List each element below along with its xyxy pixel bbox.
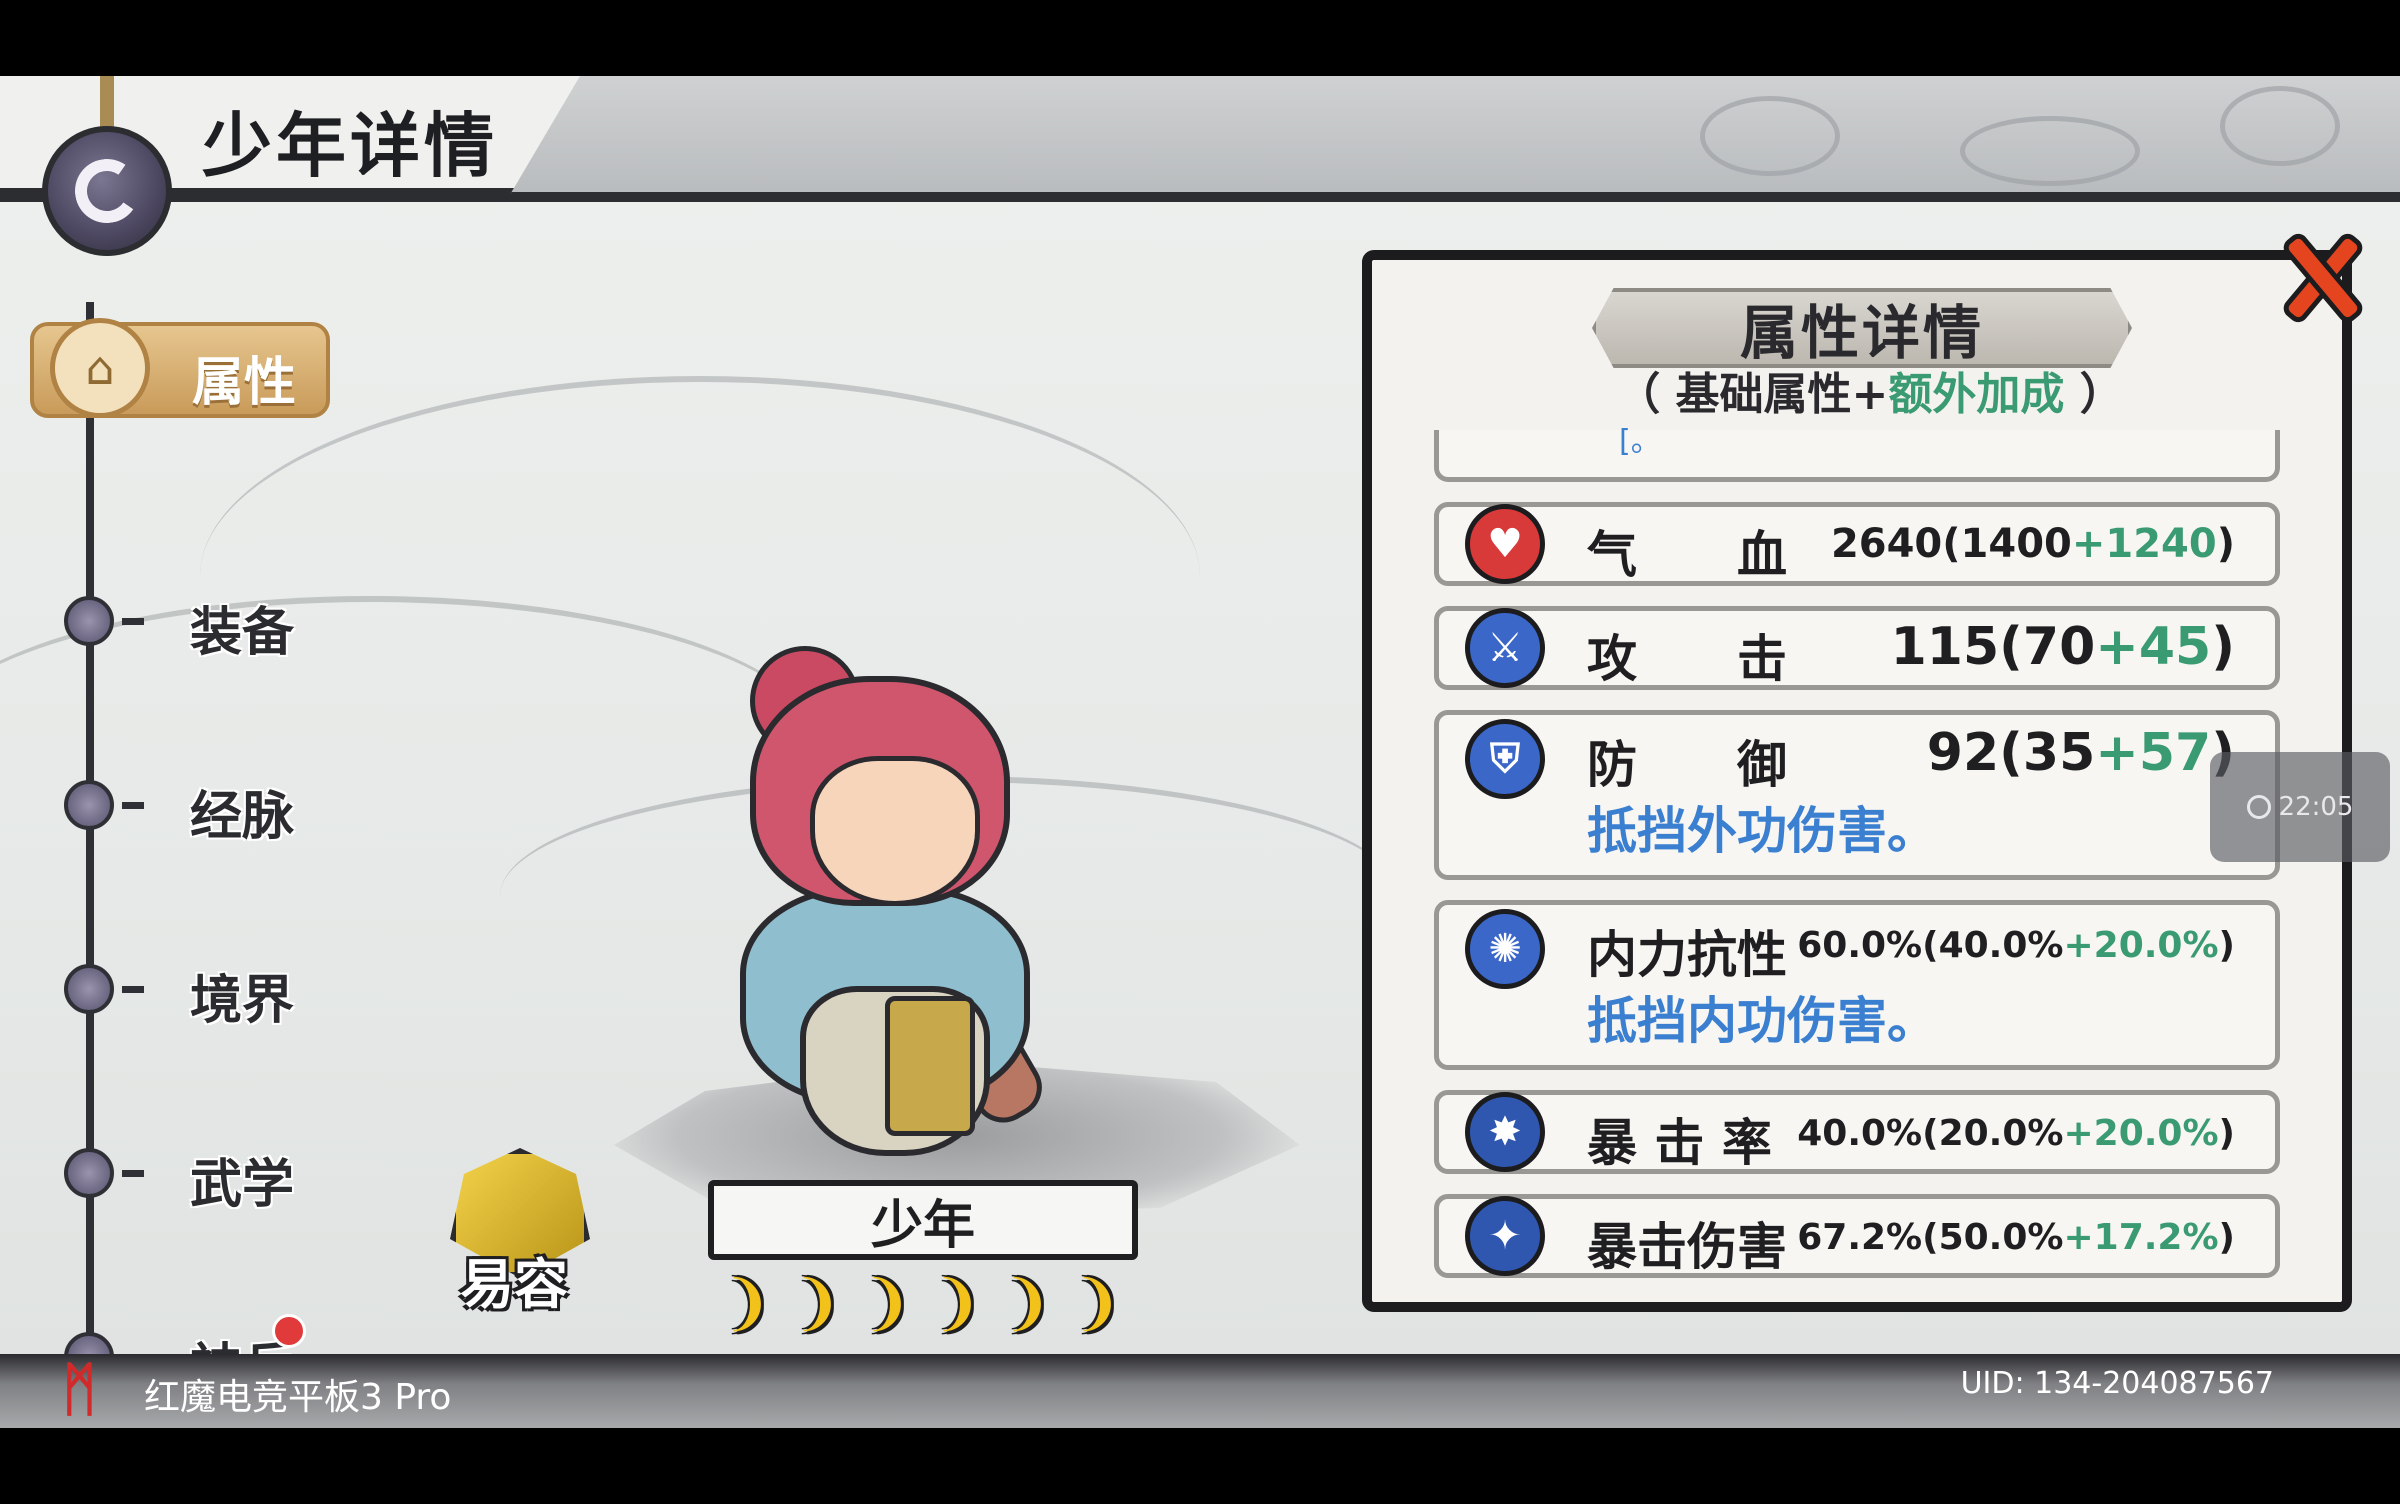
clock-time: 22:05: [2278, 792, 2354, 822]
swirl-icon: ✺: [1465, 909, 1545, 989]
character-face: [810, 756, 980, 906]
stat-name: 暴击伤害: [1587, 1218, 1787, 1276]
subtitle-bonus: 额外加成: [1888, 369, 2065, 420]
heart-icon: ♥: [1465, 504, 1545, 584]
back-icon: [69, 153, 145, 229]
star-icon: ❩: [1072, 1268, 1123, 1338]
stat-row-defense: ⛨ 防 御 92(35+57) 抵挡外功伤害。: [1434, 710, 2280, 880]
subtitle-close: ）: [2064, 369, 2124, 420]
stat-value: 92(35+57): [1926, 723, 2235, 783]
game-screen: 少年详情 ⌂ 属性 装备 经脉 境界 武学 神兵: [0, 76, 2400, 1428]
stat-name: 内力抗性: [1587, 926, 1787, 984]
stat-row-crit-damage: ✦ 暴击伤害 67.2%(50.0%+17.2%): [1434, 1194, 2280, 1278]
nav-connector: [122, 618, 144, 625]
header-bar: 少年详情: [0, 76, 2400, 202]
nav-connector: [122, 802, 144, 809]
stat-value: 2640(1400+1240): [1830, 521, 2235, 567]
stat-row-partial: [。: [1434, 424, 2280, 482]
crit-icon: ✸: [1465, 1092, 1545, 1172]
nav-item-martial-arts[interactable]: 武学: [60, 1138, 340, 1215]
nav-item-label: 属性: [192, 353, 297, 413]
stat-value: 60.0%(40.0%+20.0%): [1797, 925, 2235, 966]
panel-subtitle: （ 基础属性+额外加成 ）: [1610, 358, 2130, 422]
star-icon: ❩: [792, 1268, 843, 1338]
nav-item-equipment[interactable]: 装备: [60, 586, 340, 663]
star-icon: ❩: [862, 1268, 913, 1338]
shield-icon: ⛨: [1465, 719, 1545, 799]
nav-connector: [122, 1170, 144, 1177]
star-icon: ❩: [932, 1268, 983, 1338]
stat-row-hp: ♥ 气 血 2640(1400+1240): [1434, 502, 2280, 586]
crit-damage-icon: ✦: [1465, 1196, 1545, 1276]
nav-item-label: 经脉: [190, 787, 295, 847]
cloud-ornament: [1960, 116, 2140, 186]
nav-dot-icon: [64, 780, 114, 830]
character-name: 少年: [870, 1195, 975, 1256]
clock-icon: [2246, 795, 2271, 819]
character-sprite: [680, 556, 1120, 1216]
nav-item-label: 装备: [190, 603, 295, 663]
stat-name: 攻 击: [1587, 630, 1787, 688]
close-button[interactable]: [2270, 226, 2370, 327]
nav-item-label: 境界: [190, 971, 295, 1031]
rope-decoration: [100, 76, 114, 132]
disguise-button[interactable]: 易容: [420, 1128, 620, 1328]
nav-item-label: 武学: [190, 1155, 295, 1215]
nav-item-meridians[interactable]: 经脉: [60, 770, 340, 847]
nav-item-realm[interactable]: 境界: [60, 954, 340, 1031]
cloud-ornament: [1700, 96, 1840, 176]
stat-row-crit-rate: ✸ 暴 击 率 40.0%(20.0%+20.0%): [1434, 1090, 2280, 1174]
subtitle-base: （ 基础属性+: [1616, 369, 1889, 420]
nav-item-attributes[interactable]: ⌂ 属性: [30, 318, 330, 418]
stat-value: 40.0%(20.0%+20.0%): [1797, 1113, 2235, 1154]
page-title: 少年详情: [202, 105, 498, 187]
stat-name: 防 御: [1587, 736, 1787, 794]
character-name-plate: 少年: [708, 1180, 1138, 1260]
stat-row-attack: ⚔ 攻 击 115(70+45): [1434, 606, 2280, 690]
nav-dot-icon: [64, 596, 114, 646]
user-id: UID: 134-204087567: [1960, 1366, 2274, 1401]
stat-row-internal-resistance: ✺ 内力抗性 60.0%(40.0%+20.0%) 抵挡内功伤害。: [1434, 900, 2280, 1070]
stat-value: 115(70+45): [1890, 617, 2235, 677]
star-rating: ❩ ❩ ❩ ❩ ❩ ❩: [722, 1272, 1142, 1342]
stat-value: 67.2%(50.0%+17.2%): [1797, 1217, 2235, 1258]
footer-bar: ᛗ 红魔电竞平板3 Pro UID: 134-204087567: [0, 1354, 2400, 1428]
stat-name: 暴 击 率: [1587, 1114, 1772, 1172]
star-icon: ❩: [1002, 1268, 1053, 1338]
character-apron: [885, 996, 975, 1136]
red-magic-logo-icon: ᛗ: [62, 1355, 97, 1423]
stat-name: 气 血: [1587, 526, 1787, 584]
stat-description: 抵挡外功伤害。: [1587, 802, 1937, 860]
nav-dot-icon: [64, 964, 114, 1014]
cloud-ornament: [2220, 86, 2340, 166]
star-icon: ❩: [722, 1268, 773, 1338]
floating-clock[interactable]: 22:05: [2210, 752, 2390, 862]
straw-hat-icon: ⌂: [50, 318, 150, 418]
nav-dot-icon: [64, 1148, 114, 1198]
stat-desc-partial: [。: [1619, 424, 1661, 459]
stat-description: 抵挡内功伤害。: [1587, 992, 1937, 1050]
device-name: 红魔电竞平板3 Pro: [144, 1377, 452, 1418]
back-button[interactable]: [42, 126, 172, 256]
disguise-label: 易容: [460, 1253, 568, 1316]
nav-connector: [122, 986, 144, 993]
notification-dot: [272, 1314, 306, 1348]
sword-icon: ⚔: [1465, 608, 1545, 688]
panel-title-ribbon: 属性详情: [1592, 288, 2132, 368]
